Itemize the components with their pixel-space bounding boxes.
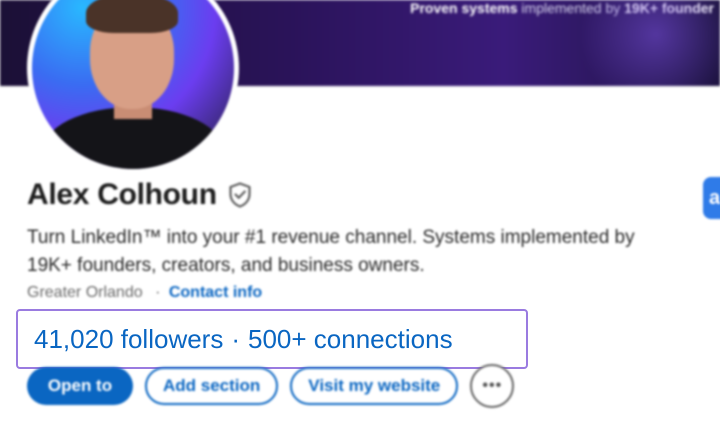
edge-action-button[interactable]: a [703, 177, 720, 219]
shield-check-icon[interactable] [227, 181, 253, 209]
name-row: Alex Colhoun [27, 178, 253, 212]
followers-count[interactable]: 41,020 followers [34, 324, 223, 355]
banner-tagline-bold-1: Proven systems [410, 0, 518, 16]
avatar-hair [86, 0, 178, 33]
profile-actions: Open to Add section Visit my website ••• [27, 364, 515, 408]
location-text: Greater Orlando [27, 284, 143, 301]
location-separator: · [155, 284, 161, 301]
banner-tagline-bold-2: 19K+ founder [624, 0, 714, 16]
location-row: Greater Orlando · Contact info [27, 284, 262, 302]
open-to-button[interactable]: Open to [27, 367, 133, 405]
avatar[interactable] [27, 0, 239, 174]
visit-website-button[interactable]: Visit my website [290, 367, 459, 405]
contact-info-link[interactable]: Contact info [169, 284, 262, 301]
profile-name: Alex Colhoun [27, 178, 217, 211]
add-section-button[interactable]: Add section [145, 367, 279, 405]
network-separator: · [231, 323, 241, 354]
banner-tagline: Proven systems implemented by 19K+ found… [410, 0, 714, 16]
connections-count[interactable]: 500+ connections [248, 324, 453, 355]
profile-headline: Turn LinkedIn™ into your #1 revenue chan… [27, 227, 635, 276]
more-icon: ••• [482, 377, 503, 394]
network-highlight-box: 41,020 followers · 500+ connections [16, 309, 528, 369]
avatar-photo [32, 0, 234, 169]
profile-page: Proven systems implemented by 19K+ found… [0, 0, 720, 425]
more-actions-button[interactable]: ••• [470, 364, 515, 408]
banner-tagline-mid: implemented by [517, 0, 625, 16]
